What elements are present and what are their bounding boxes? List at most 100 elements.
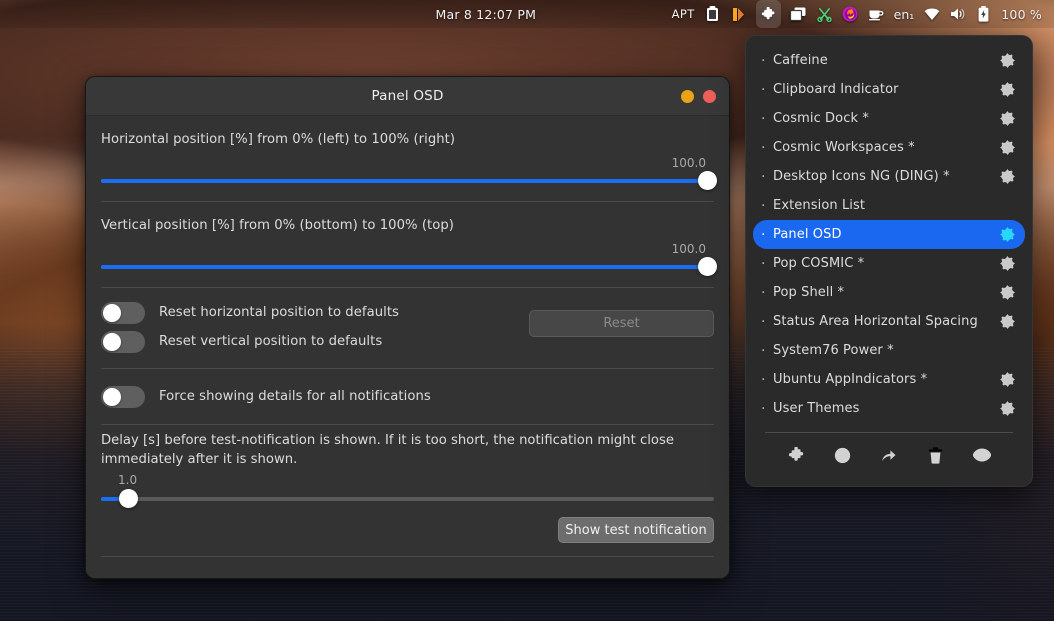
horizontal-position-slider[interactable]: 100.0	[94, 158, 721, 192]
extension-label: Panel OSD	[773, 227, 1000, 242]
bullet-icon: ·	[761, 170, 773, 184]
extension-row-user-themes[interactable]: · User Themes	[753, 394, 1025, 423]
gear-icon[interactable]	[1000, 169, 1015, 184]
extension-row-desktop-icons-ng[interactable]: · Desktop Icons NG (DING) *	[753, 162, 1025, 191]
vertical-slider-track[interactable]	[101, 265, 714, 269]
vertical-position-label: Vertical position [%] from 0% (bottom) t…	[94, 218, 721, 233]
gear-icon[interactable]	[1000, 140, 1015, 155]
bullet-icon: ·	[761, 141, 773, 155]
extension-label: User Themes	[773, 401, 1000, 416]
extension-label: Pop Shell *	[773, 285, 1000, 300]
extension-row-ubuntu-appindicators[interactable]: · Ubuntu AppIndicators *	[753, 365, 1025, 394]
extension-label: Pop COSMIC *	[773, 256, 1000, 271]
gear-icon[interactable]	[1000, 256, 1015, 271]
horizontal-slider-track[interactable]	[101, 179, 714, 183]
extensions-list: · Caffeine · Clipboard Indicator · Cosmi…	[753, 46, 1025, 423]
bullet-icon: ·	[761, 286, 773, 300]
gear-icon[interactable]	[1000, 53, 1015, 68]
delay-slider-fill	[101, 497, 119, 501]
status-area: APT	[672, 0, 1054, 28]
window-content: Horizontal position [%] from 0% (left) t…	[86, 116, 729, 579]
bullet-icon: ·	[761, 83, 773, 97]
bullet-icon: ·	[761, 112, 773, 126]
battery-icon[interactable]	[975, 0, 992, 28]
gear-icon[interactable]	[1000, 372, 1015, 387]
reset-horizontal-toggle[interactable]	[101, 302, 145, 324]
vertical-slider-knob[interactable]	[698, 257, 717, 276]
extension-row-extension-list[interactable]: · Extension List	[753, 191, 1025, 220]
reset-horizontal-label: Reset horizontal position to defaults	[159, 305, 399, 320]
desktop-screen: Mar 8 12:07 PM APT	[0, 0, 1054, 621]
bullet-icon: ·	[761, 402, 773, 416]
gear-icon[interactable]	[1000, 111, 1015, 126]
bullet-icon: ·	[761, 54, 773, 68]
bullet-icon: ·	[761, 373, 773, 387]
extension-manager-smiley-icon[interactable]	[830, 442, 856, 468]
screenshot-scissors-icon[interactable]	[816, 0, 833, 28]
gear-icon[interactable]	[1000, 285, 1015, 300]
volume-icon[interactable]	[949, 0, 966, 28]
open-website-arrow-icon[interactable]	[876, 442, 902, 468]
extension-row-status-area-horizontal-spacing[interactable]: · Status Area Horizontal Spacing	[753, 307, 1025, 336]
extension-label: Ubuntu AppIndicators *	[773, 372, 1000, 387]
workspaces-icon[interactable]	[790, 0, 807, 28]
caffeine-coffee-icon[interactable]	[868, 0, 885, 28]
force-details-toggle[interactable]	[101, 386, 145, 408]
extension-row-pop-cosmic[interactable]: · Pop COSMIC *	[753, 249, 1025, 278]
extension-row-clipboard-indicator[interactable]: · Clipboard Indicator	[753, 75, 1025, 104]
panel-osd-window: Panel OSD Horizontal position [%] from 0…	[85, 76, 730, 579]
clock[interactable]: Mar 8 12:07 PM	[300, 7, 672, 22]
extension-label: Cosmic Workspaces *	[773, 140, 1000, 155]
uninstall-trash-icon[interactable]	[922, 442, 948, 468]
bullet-icon: ·	[761, 257, 773, 271]
clipboard-icon[interactable]	[704, 0, 721, 28]
extension-row-cosmic-dock[interactable]: · Cosmic Dock *	[753, 104, 1025, 133]
pop-shell-icon[interactable]	[730, 0, 747, 28]
reset-defaults-section: Reset horizontal position to defaults Re…	[94, 288, 721, 368]
firefox-icon[interactable]	[842, 0, 859, 28]
extension-row-cosmic-workspaces[interactable]: · Cosmic Workspaces *	[753, 133, 1025, 162]
gear-icon[interactable]	[1000, 314, 1015, 329]
minimize-button[interactable]	[681, 90, 694, 103]
extension-label: System76 Power *	[773, 343, 1000, 358]
delay-slider-track[interactable]	[101, 497, 714, 501]
delay-slider-knob[interactable]	[119, 489, 138, 508]
gear-icon[interactable]	[1000, 82, 1015, 97]
extensions-app-icon[interactable]	[783, 442, 809, 468]
no-gear-placeholder	[1000, 198, 1015, 213]
top-panel: Mar 8 12:07 PM APT	[0, 0, 1054, 28]
extension-label: Clipboard Indicator	[773, 82, 1000, 97]
extension-label: Caffeine	[773, 53, 1000, 68]
extensions-puzzle-icon[interactable]	[756, 0, 781, 28]
bullet-icon: ·	[761, 344, 773, 358]
gear-icon[interactable]	[1000, 401, 1015, 416]
apt-indicator[interactable]: APT	[672, 0, 695, 28]
toggle-visibility-eye-icon[interactable]	[969, 442, 995, 468]
force-details-section: Force showing details for all notificati…	[94, 369, 721, 424]
horizontal-position-section: Horizontal position [%] from 0% (left) t…	[94, 116, 721, 201]
reset-vertical-toggle[interactable]	[101, 331, 145, 353]
keyboard-layout-indicator[interactable]: en₁	[894, 0, 915, 28]
vertical-position-value: 100.0	[672, 242, 706, 256]
wifi-icon[interactable]	[923, 0, 940, 28]
delay-slider[interactable]: 1.0	[101, 475, 714, 511]
bullet-icon: ·	[761, 228, 773, 242]
popover-toolbar	[753, 433, 1025, 477]
extension-row-panel-osd[interactable]: · Panel OSD	[753, 220, 1025, 249]
horizontal-slider-knob[interactable]	[698, 171, 717, 190]
toggle-knob	[103, 304, 121, 322]
horizontal-position-label: Horizontal position [%] from 0% (left) t…	[94, 132, 721, 147]
show-test-notification-button[interactable]: Show test notification	[558, 517, 714, 543]
window-titlebar[interactable]: Panel OSD	[86, 77, 729, 116]
delay-value: 1.0	[118, 473, 137, 487]
extension-row-system76-power[interactable]: · System76 Power *	[753, 336, 1025, 365]
extension-row-pop-shell[interactable]: · Pop Shell *	[753, 278, 1025, 307]
show-test-row: Show test notification	[94, 511, 721, 543]
extension-row-caffeine[interactable]: · Caffeine	[753, 46, 1025, 75]
reset-button[interactable]: Reset	[529, 310, 714, 337]
vertical-position-slider[interactable]: 100.0	[94, 244, 721, 278]
gear-icon[interactable]	[1000, 227, 1015, 242]
extension-label: Status Area Horizontal Spacing	[773, 314, 1000, 329]
close-button[interactable]	[703, 90, 716, 103]
section-divider-5	[101, 556, 714, 557]
